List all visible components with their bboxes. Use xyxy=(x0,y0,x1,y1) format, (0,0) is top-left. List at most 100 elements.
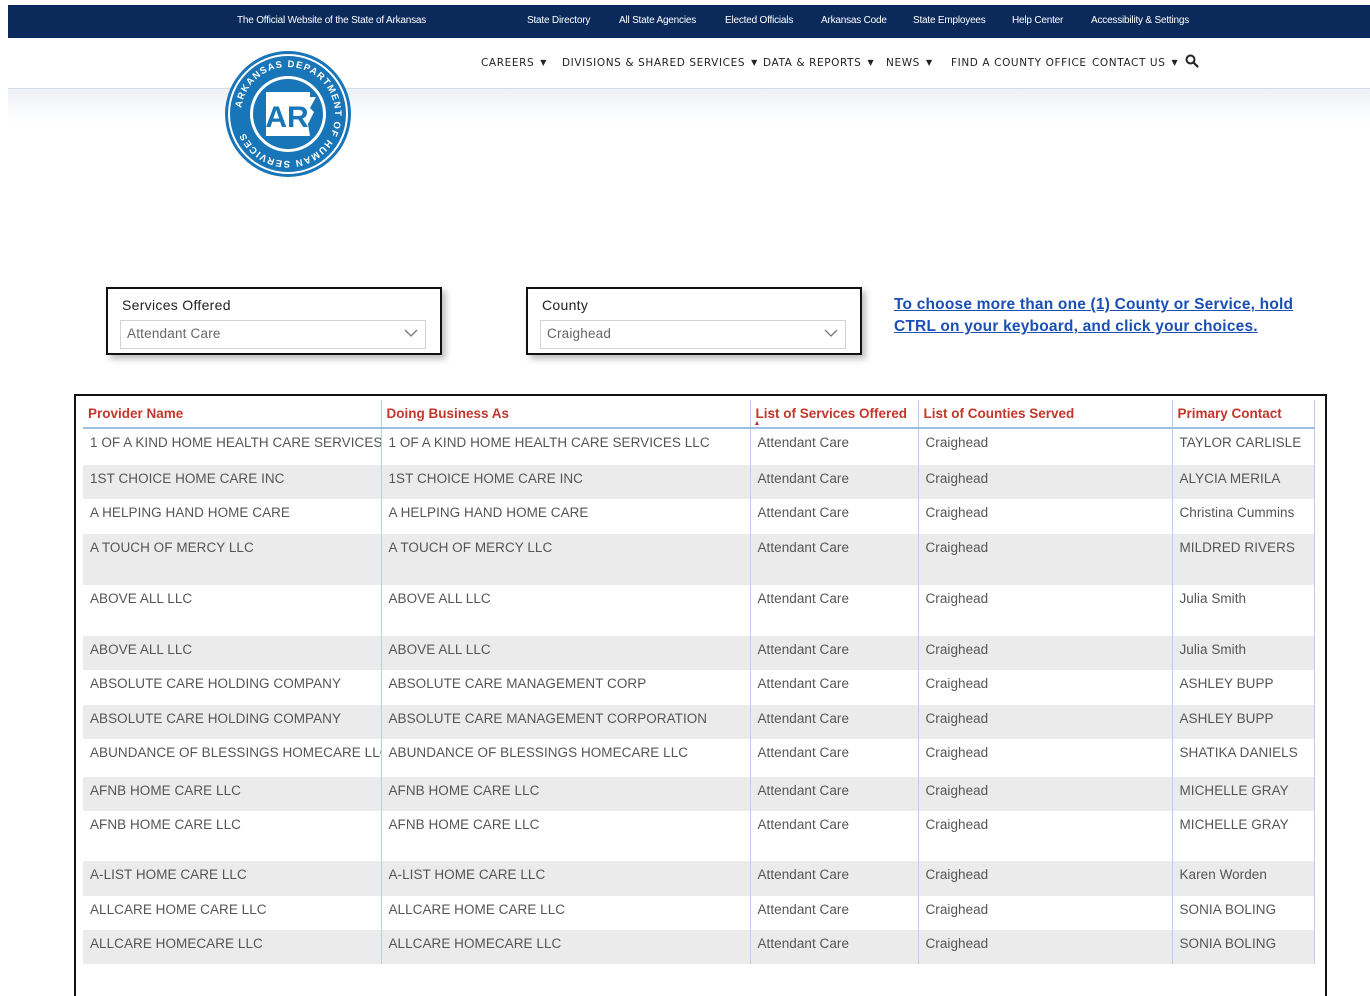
topbar-link-help-center[interactable]: Help Center xyxy=(1012,15,1063,26)
table-row[interactable]: AFNB HOME CARE LLC AFNB HOME CARE LLC Atte… xyxy=(83,777,1315,811)
cell-primary-contact: ASHLEY BUPP xyxy=(1172,705,1315,739)
dhs-logo[interactable]: ARKANSAS DEPARTMENT OF HUMAN SERVICES AR xyxy=(224,50,352,178)
table-row[interactable]: 1 OF A KIND HOME HEALTH CARE SERVICES LL… xyxy=(83,428,1315,465)
cell-services-offered: Attendant Care xyxy=(750,534,919,585)
cell-provider-name: A-LIST HOME CARE LLC xyxy=(83,861,382,896)
topbar-link-all-state-agencies[interactable]: All State Agencies xyxy=(619,15,696,26)
cell-doing-business-as: AFNB HOME CARE LLC xyxy=(381,777,751,811)
nav-find-county-office-label: FIND A COUNTY OFFICE xyxy=(951,57,1087,69)
topbar-link-arkansas-code[interactable]: Arkansas Code xyxy=(821,15,887,26)
services-offered-filter: Services Offered Attendant Care xyxy=(106,287,442,355)
chevron-down-icon xyxy=(824,329,838,337)
nav-contact-us-label: CONTACT US xyxy=(1092,57,1166,69)
nav-news[interactable]: NEWS ▼ xyxy=(886,57,933,69)
topbar-link-state-directory[interactable]: State Directory xyxy=(527,15,590,26)
col-doing-business-as[interactable]: Doing Business As xyxy=(381,400,751,429)
cell-services-offered: Attendant Care xyxy=(750,705,919,739)
nav-data-reports-label: DATA & REPORTS xyxy=(763,57,862,69)
cell-doing-business-as: AFNB HOME CARE LLC xyxy=(381,811,751,861)
cell-counties-served: Craighead xyxy=(918,428,1173,465)
table-row[interactable]: AFNB HOME CARE LLC AFNB HOME CARE LLC Atte… xyxy=(83,811,1315,861)
table-row[interactable]: ABOVE ALL LLC ABOVE ALL LLC Attendant Care… xyxy=(83,585,1315,636)
cell-primary-contact: MILDRED RIVERS xyxy=(1172,534,1315,585)
cell-doing-business-as: 1 OF A KIND HOME HEALTH CARE SERVICES LL… xyxy=(381,428,751,465)
table-row[interactable]: 1ST CHOICE HOME CARE INC 1ST CHOICE HOME … xyxy=(83,465,1315,499)
table-row[interactable]: A-LIST HOME CARE LLC A-LIST HOME CARE LLC… xyxy=(83,861,1315,896)
services-offered-select[interactable]: Attendant Care xyxy=(120,320,426,349)
cell-primary-contact: MICHELLE GRAY xyxy=(1172,777,1315,811)
table-row[interactable]: ALLCARE HOMECARE LLC ALLCARE HOMECARE LLC… xyxy=(83,930,1315,964)
cell-primary-contact: SONIA BOLING xyxy=(1172,896,1315,930)
county-select[interactable]: Craighead xyxy=(540,320,846,349)
cell-primary-contact: ASHLEY BUPP xyxy=(1172,670,1315,705)
cell-services-offered: Attendant Care xyxy=(750,811,919,861)
topbar-link-accessibility-settings[interactable]: Accessibility & Settings xyxy=(1091,15,1189,26)
cell-provider-name: A HELPING HAND HOME CARE xyxy=(83,499,382,534)
provider-table-container: Provider Name Doing Business As List of … xyxy=(74,394,1327,996)
cell-counties-served: Craighead xyxy=(918,465,1173,499)
cell-services-offered: Attendant Care xyxy=(750,499,919,534)
table-row[interactable]: A TOUCH OF MERCY LLC A TOUCH OF MERCY LLC… xyxy=(83,534,1315,585)
nav-contact-us[interactable]: CONTACT US ▼ xyxy=(1092,57,1178,69)
nav-careers-label: CAREERS xyxy=(481,57,535,69)
cell-primary-contact: Christina Cummins xyxy=(1172,499,1315,534)
cell-provider-name: ALLCARE HOMECARE LLC xyxy=(83,930,382,964)
state-topbar: The Official Website of the State of Ark… xyxy=(8,5,1370,38)
table-row[interactable]: A HELPING HAND HOME CARE A HELPING HAND H… xyxy=(83,499,1315,534)
cell-provider-name: ABUNDANCE OF BLESSINGS HOMECARE LLC xyxy=(83,739,382,777)
nav-data-reports[interactable]: DATA & REPORTS ▼ xyxy=(763,57,874,69)
cell-primary-contact: SONIA BOLING xyxy=(1172,930,1315,964)
table-row[interactable]: ABOVE ALL LLC ABOVE ALL LLC Attendant Care… xyxy=(83,636,1315,670)
cell-primary-contact: MICHELLE GRAY xyxy=(1172,811,1315,861)
cell-services-offered: Attendant Care xyxy=(750,465,919,499)
cell-provider-name: 1ST CHOICE HOME CARE INC xyxy=(83,465,382,499)
cell-doing-business-as: ABOVE ALL LLC xyxy=(381,585,751,636)
nav-careers[interactable]: CAREERS ▼ xyxy=(481,57,547,69)
col-provider-name[interactable]: Provider Name xyxy=(83,400,382,429)
multi-select-hint[interactable]: To choose more than one (1) County or Se… xyxy=(894,294,1314,338)
caret-down-icon: ▼ xyxy=(540,58,548,67)
table-row[interactable]: ABSOLUTE CARE HOLDING COMPANY ABSOLUTE CA… xyxy=(83,705,1315,739)
cell-doing-business-as: ABOVE ALL LLC xyxy=(381,636,751,670)
table-body: 1 OF A KIND HOME HEALTH CARE SERVICES LL… xyxy=(83,428,1315,964)
cell-doing-business-as: ALLCARE HOME CARE LLC xyxy=(381,896,751,930)
caret-down-icon: ▼ xyxy=(867,58,875,67)
nav-divisions[interactable]: DIVISIONS & SHARED SERVICES ▼ xyxy=(562,57,758,69)
cell-doing-business-as: ABUNDANCE OF BLESSINGS HOMECARE LLC xyxy=(381,739,751,777)
nav-find-county-office[interactable]: FIND A COUNTY OFFICE xyxy=(951,57,1087,69)
county-value: Craighead xyxy=(547,326,612,341)
topbar-link-state-employees[interactable]: State Employees xyxy=(913,15,986,26)
table-row[interactable]: ALLCARE HOME CARE LLC ALLCARE HOME CARE L… xyxy=(83,896,1315,930)
main-nav: CAREERS ▼ DIVISIONS & SHARED SERVICES ▼ DA… xyxy=(8,38,1370,89)
cell-services-offered: Attendant Care xyxy=(750,585,919,636)
cell-counties-served: Craighead xyxy=(918,896,1173,930)
cell-services-offered: Attendant Care xyxy=(750,777,919,811)
cell-services-offered: Attendant Care xyxy=(750,670,919,705)
provider-table: Provider Name Doing Business As List of … xyxy=(83,400,1315,964)
col-services-offered[interactable]: List of Services Offered ▲ xyxy=(750,400,919,429)
nav-news-label: NEWS xyxy=(886,57,920,69)
col-counties-served[interactable]: List of Counties Served xyxy=(918,400,1173,429)
table-row[interactable]: ABUNDANCE OF BLESSINGS HOMECARE LLC ABUND… xyxy=(83,739,1315,777)
cell-counties-served: Craighead xyxy=(918,705,1173,739)
cell-doing-business-as: ALLCARE HOMECARE LLC xyxy=(381,930,751,964)
caret-down-icon: ▼ xyxy=(925,58,933,67)
cell-provider-name: ABSOLUTE CARE HOLDING COMPANY xyxy=(83,670,382,705)
cell-provider-name: A TOUCH OF MERCY LLC xyxy=(83,534,382,585)
cell-counties-served: Craighead xyxy=(918,585,1173,636)
col-primary-contact[interactable]: Primary Contact xyxy=(1172,400,1315,429)
cell-counties-served: Craighead xyxy=(918,777,1173,811)
cell-counties-served: Craighead xyxy=(918,930,1173,964)
topbar-link-elected-officials[interactable]: Elected Officials xyxy=(725,15,793,26)
official-site-text: The Official Website of the State of Ark… xyxy=(237,15,427,26)
cell-provider-name: ABSOLUTE CARE HOLDING COMPANY xyxy=(83,705,382,739)
logo-initials: AR xyxy=(265,101,309,134)
cell-primary-contact: TAYLOR CARLISLE xyxy=(1172,428,1315,465)
cell-counties-served: Craighead xyxy=(918,636,1173,670)
nav-divisions-label: DIVISIONS & SHARED SERVICES xyxy=(562,57,746,69)
cell-doing-business-as: ABSOLUTE CARE MANAGEMENT CORPORATION xyxy=(381,705,751,739)
cell-provider-name: AFNB HOME CARE LLC xyxy=(83,811,382,861)
search-icon[interactable] xyxy=(1185,54,1199,68)
table-row[interactable]: ABSOLUTE CARE HOLDING COMPANY ABSOLUTE CA… xyxy=(83,670,1315,705)
cell-services-offered: Attendant Care xyxy=(750,636,919,670)
